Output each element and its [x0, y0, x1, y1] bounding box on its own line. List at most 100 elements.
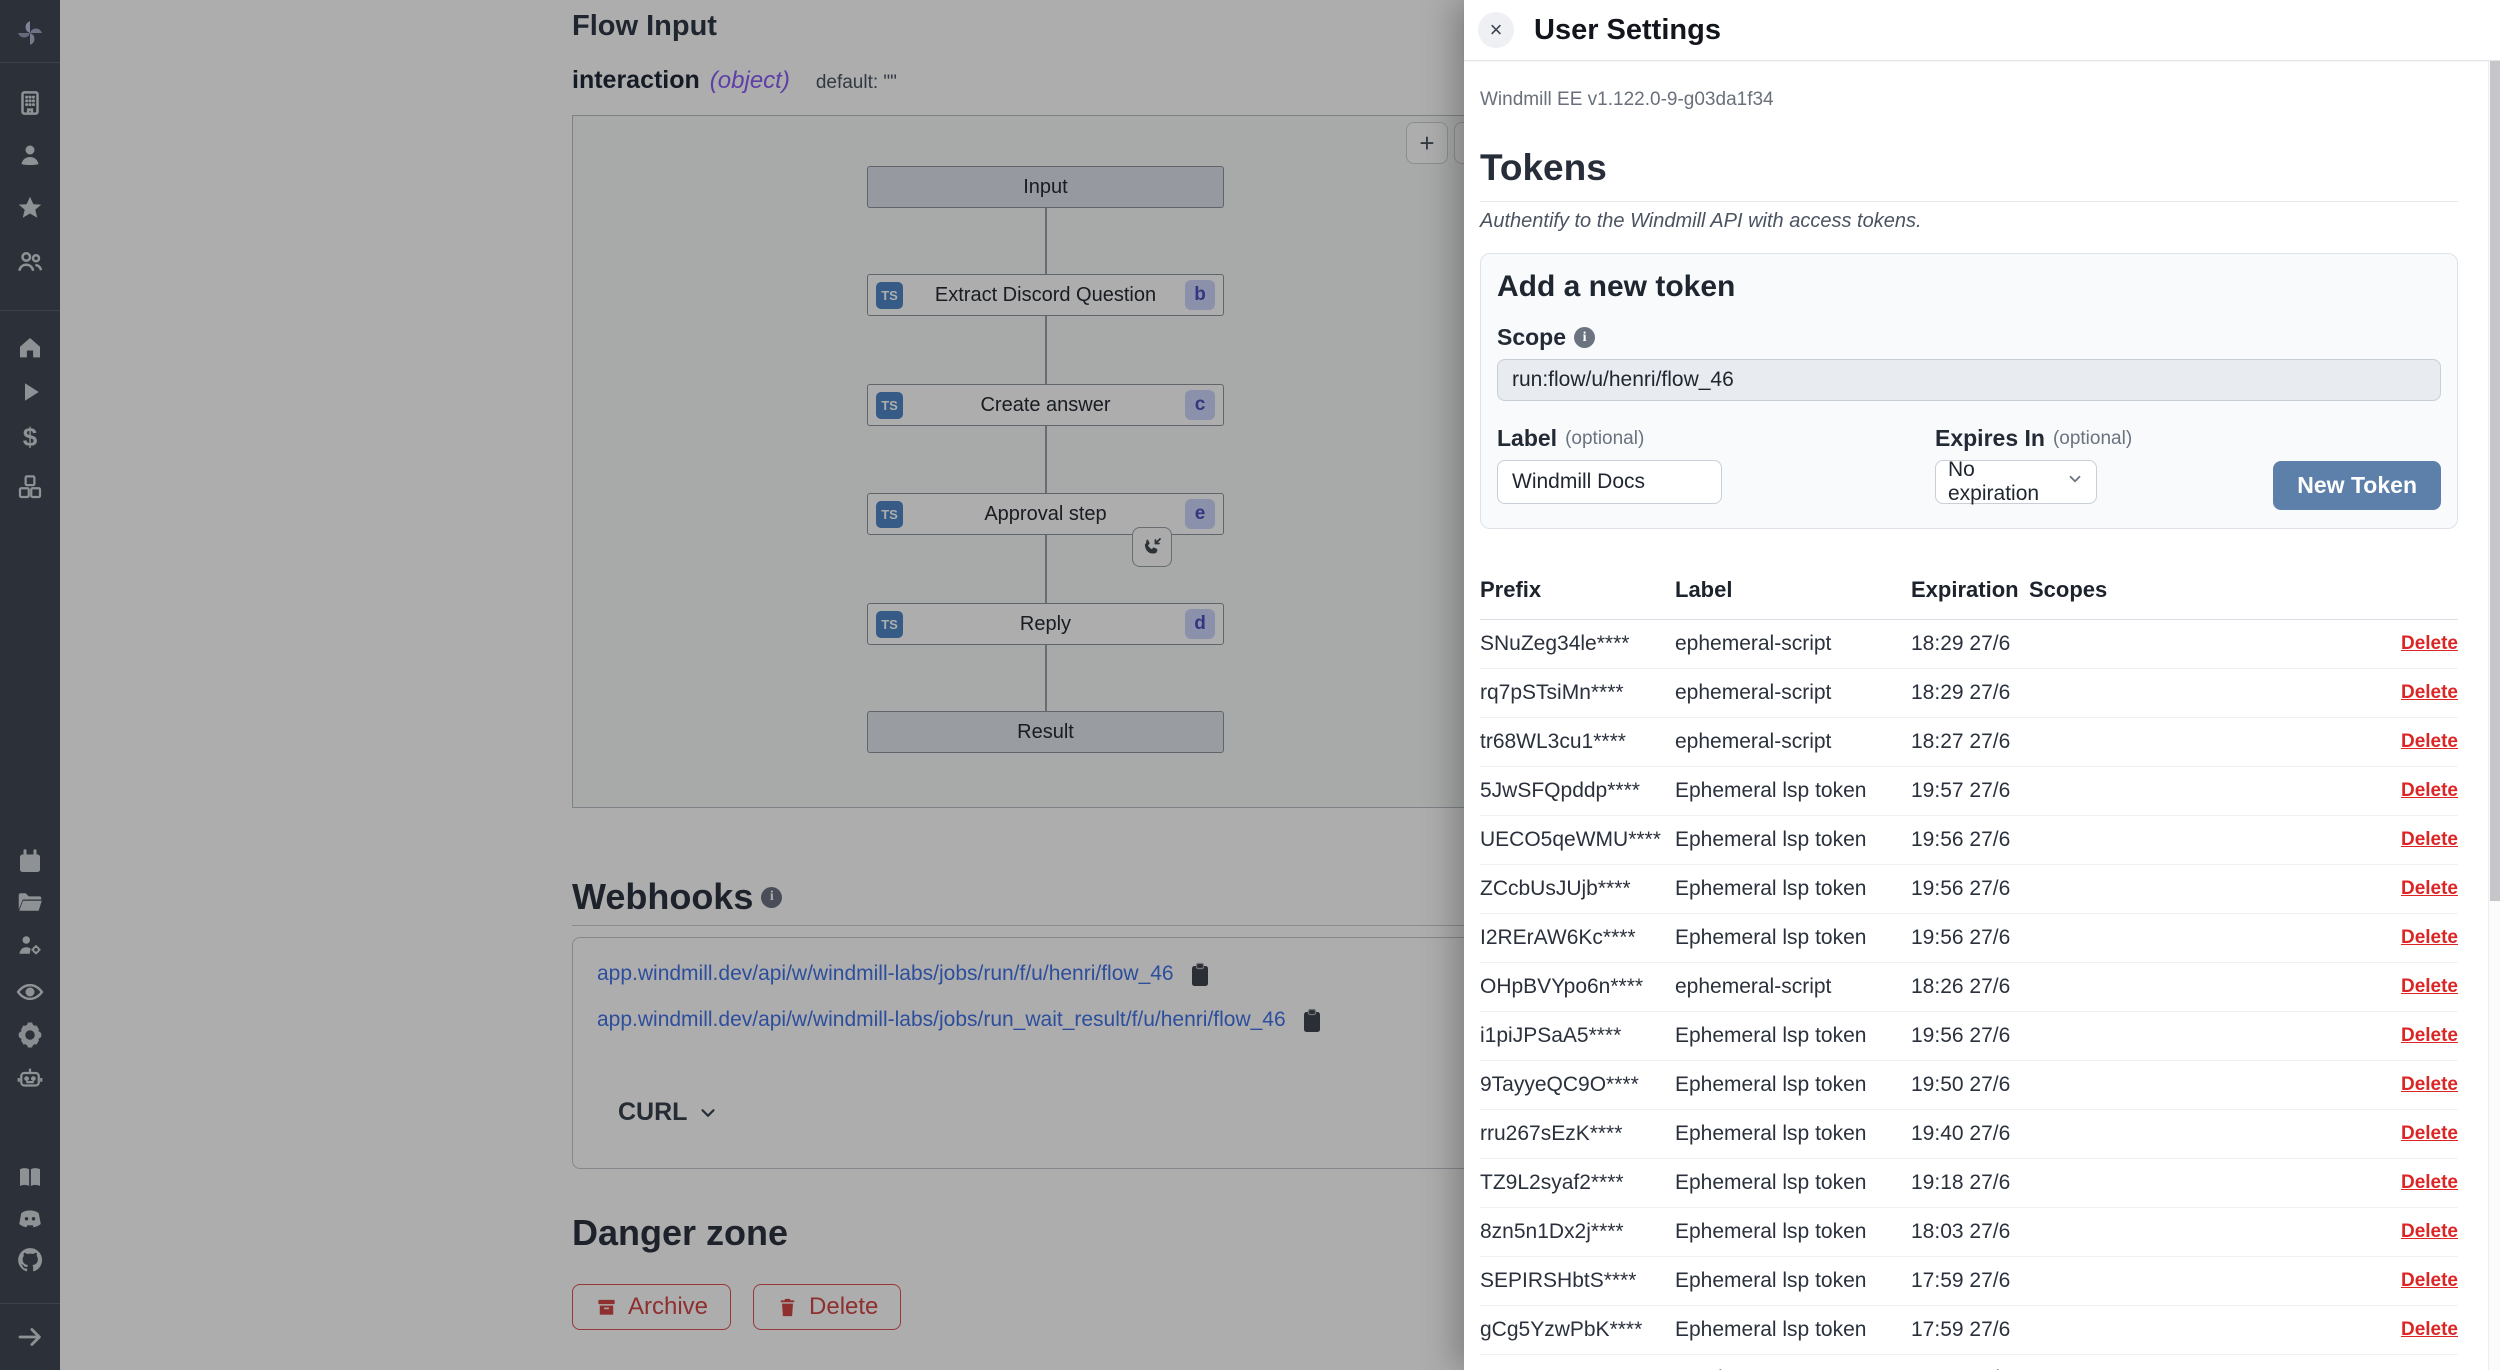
tokens-subtitle: Authentify to the Windmill API with acce…	[1480, 210, 2458, 233]
token-label: Ephemeral lsp token	[1675, 877, 1911, 901]
token-row: tr68WL3cu1****ephemeral-script18:27 27/6…	[1480, 718, 2458, 767]
scope-input[interactable]	[1497, 359, 2441, 401]
token-label: Ephemeral lsp token	[1675, 1318, 1911, 1342]
token-prefix: gCg5YzwPbK****	[1480, 1318, 1675, 1342]
token-label: Ephemeral lsp token	[1675, 779, 1911, 803]
expires-field-block: Expires In (optional) No expiration	[1935, 425, 2132, 504]
scrollbar-thumb[interactable]	[2490, 61, 2500, 901]
token-prefix: OHpBVYpo6n****	[1480, 975, 1675, 999]
token-expiration: 19:57 27/6	[1911, 779, 2029, 803]
optional-hint: (optional)	[2053, 428, 2132, 450]
delete-token-link[interactable]: Delete	[2401, 1123, 2458, 1145]
token-expiration: 18:26 27/6	[1911, 975, 2029, 999]
token-label: Ephemeral lsp token	[1675, 1073, 1911, 1097]
delete-token-link[interactable]: Delete	[2401, 633, 2458, 655]
token-label: Ephemeral lsp token	[1675, 1122, 1911, 1146]
token-label: Ephemeral lsp token	[1675, 1024, 1911, 1048]
delete-token-link[interactable]: Delete	[2401, 682, 2458, 704]
token-label: Ephemeral lsp token	[1675, 1269, 1911, 1293]
tokens-table: Prefix Label Expiration Scopes SNuZeg34l…	[1480, 577, 2458, 1370]
col-label: Label	[1675, 577, 1911, 603]
new-token-button[interactable]: New Token	[2273, 461, 2441, 510]
token-prefix: i1piJPSaA5****	[1480, 1024, 1675, 1048]
tokens-table-rows: SNuZeg34le****ephemeral-script18:29 27/6…	[1480, 620, 2458, 1370]
token-label: ephemeral-script	[1675, 681, 1911, 705]
screen: $	[0, 0, 2500, 1370]
drawer-header: × User Settings	[1464, 0, 2500, 61]
delete-token-link[interactable]: Delete	[2401, 731, 2458, 753]
token-row: QsXY51ZvOU****session08:55 29/6Delete	[1480, 1355, 2458, 1370]
drawer-title: User Settings	[1534, 14, 1721, 47]
delete-token-link[interactable]: Delete	[2401, 1172, 2458, 1194]
token-label: Ephemeral lsp token	[1675, 828, 1911, 852]
token-expiration: 19:56 27/6	[1911, 877, 2029, 901]
drawer-body: Windmill EE v1.122.0-9-g03da1f34 Tokens …	[1464, 61, 2488, 1370]
tokens-heading: Tokens	[1480, 147, 2458, 202]
label-field-label: Label	[1497, 425, 1557, 452]
optional-hint: (optional)	[1565, 428, 1644, 450]
token-prefix: 5JwSFQpddp****	[1480, 779, 1675, 803]
drawer-overlay[interactable]	[0, 0, 1464, 1370]
token-label: ephemeral-script	[1675, 975, 1911, 999]
token-row: 8zn5n1Dx2j****Ephemeral lsp token18:03 2…	[1480, 1208, 2458, 1257]
expires-select[interactable]: No expiration	[1935, 460, 2097, 504]
token-label: ephemeral-script	[1675, 730, 1911, 754]
delete-token-link[interactable]: Delete	[2401, 829, 2458, 851]
token-prefix: TZ9L2syaf2****	[1480, 1171, 1675, 1195]
token-row: ZCcbUsJUjb****Ephemeral lsp token19:56 2…	[1480, 865, 2458, 914]
delete-token-link[interactable]: Delete	[2401, 1319, 2458, 1341]
col-expiration: Expiration	[1911, 577, 2029, 603]
token-expiration: 19:56 27/6	[1911, 926, 2029, 950]
scope-label-row: Scope i	[1497, 324, 2441, 351]
drawer-scrollbar[interactable]	[2488, 61, 2500, 1370]
expires-field-label: Expires In	[1935, 425, 2045, 452]
token-row: 5JwSFQpddp****Ephemeral lsp token19:57 2…	[1480, 767, 2458, 816]
col-prefix: Prefix	[1480, 577, 1675, 603]
scope-label: Scope	[1497, 324, 1566, 351]
token-row: I2RErAW6Kc****Ephemeral lsp token19:56 2…	[1480, 914, 2458, 963]
token-expiration: 18:03 27/6	[1911, 1220, 2029, 1244]
token-row: 9TayyeQC9O****Ephemeral lsp token19:50 2…	[1480, 1061, 2458, 1110]
token-label: Ephemeral lsp token	[1675, 1171, 1911, 1195]
token-prefix: ZCcbUsJUjb****	[1480, 877, 1675, 901]
delete-token-link[interactable]: Delete	[2401, 976, 2458, 998]
close-icon[interactable]: ×	[1478, 12, 1514, 48]
delete-token-link[interactable]: Delete	[2401, 878, 2458, 900]
delete-token-link[interactable]: Delete	[2401, 1074, 2458, 1096]
token-prefix: 8zn5n1Dx2j****	[1480, 1220, 1675, 1244]
token-label-input[interactable]	[1497, 460, 1722, 504]
token-prefix: tr68WL3cu1****	[1480, 730, 1675, 754]
info-icon[interactable]: i	[1574, 327, 1595, 348]
token-row: rq7pSTsiMn****ephemeral-script18:29 27/6…	[1480, 669, 2458, 718]
token-expiration: 19:18 27/6	[1911, 1171, 2029, 1195]
delete-token-link[interactable]: Delete	[2401, 1270, 2458, 1292]
token-fields-row: Label (optional) Expires In (optional) N…	[1497, 425, 2441, 510]
token-prefix: 9TayyeQC9O****	[1480, 1073, 1675, 1097]
col-scopes: Scopes	[2029, 577, 2458, 603]
delete-token-link[interactable]: Delete	[2401, 1221, 2458, 1243]
token-row: gCg5YzwPbK****Ephemeral lsp token17:59 2…	[1480, 1306, 2458, 1355]
token-prefix: rq7pSTsiMn****	[1480, 681, 1675, 705]
delete-token-link[interactable]: Delete	[2401, 1025, 2458, 1047]
token-row: UECO5qeWMU****Ephemeral lsp token19:56 2…	[1480, 816, 2458, 865]
token-expiration: 17:59 27/6	[1911, 1318, 2029, 1342]
token-expiration: 17:59 27/6	[1911, 1269, 2029, 1293]
tokens-table-header: Prefix Label Expiration Scopes	[1480, 577, 2458, 620]
token-prefix: UECO5qeWMU****	[1480, 828, 1675, 852]
delete-token-link[interactable]: Delete	[2401, 927, 2458, 949]
token-row: i1piJPSaA5****Ephemeral lsp token19:56 2…	[1480, 1012, 2458, 1061]
add-token-heading: Add a new token	[1497, 270, 2441, 304]
version-text: Windmill EE v1.122.0-9-g03da1f34	[1480, 89, 2458, 111]
token-expiration: 18:27 27/6	[1911, 730, 2029, 754]
add-token-card: Add a new token Scope i Label (optional)	[1480, 253, 2458, 529]
delete-token-link[interactable]: Delete	[2401, 780, 2458, 802]
token-row: OHpBVYpo6n****ephemeral-script18:26 27/6…	[1480, 963, 2458, 1012]
token-prefix: rru267sEzK****	[1480, 1122, 1675, 1146]
token-prefix: SNuZeg34le****	[1480, 632, 1675, 656]
user-settings-drawer: × User Settings Windmill EE v1.122.0-9-g…	[1464, 0, 2500, 1370]
token-row: SEPIRSHbtS****Ephemeral lsp token17:59 2…	[1480, 1257, 2458, 1306]
expires-selected-value: No expiration	[1948, 458, 2058, 506]
token-label: Ephemeral lsp token	[1675, 926, 1911, 950]
token-prefix: SEPIRSHbtS****	[1480, 1269, 1675, 1293]
token-expiration: 19:56 27/6	[1911, 828, 2029, 852]
